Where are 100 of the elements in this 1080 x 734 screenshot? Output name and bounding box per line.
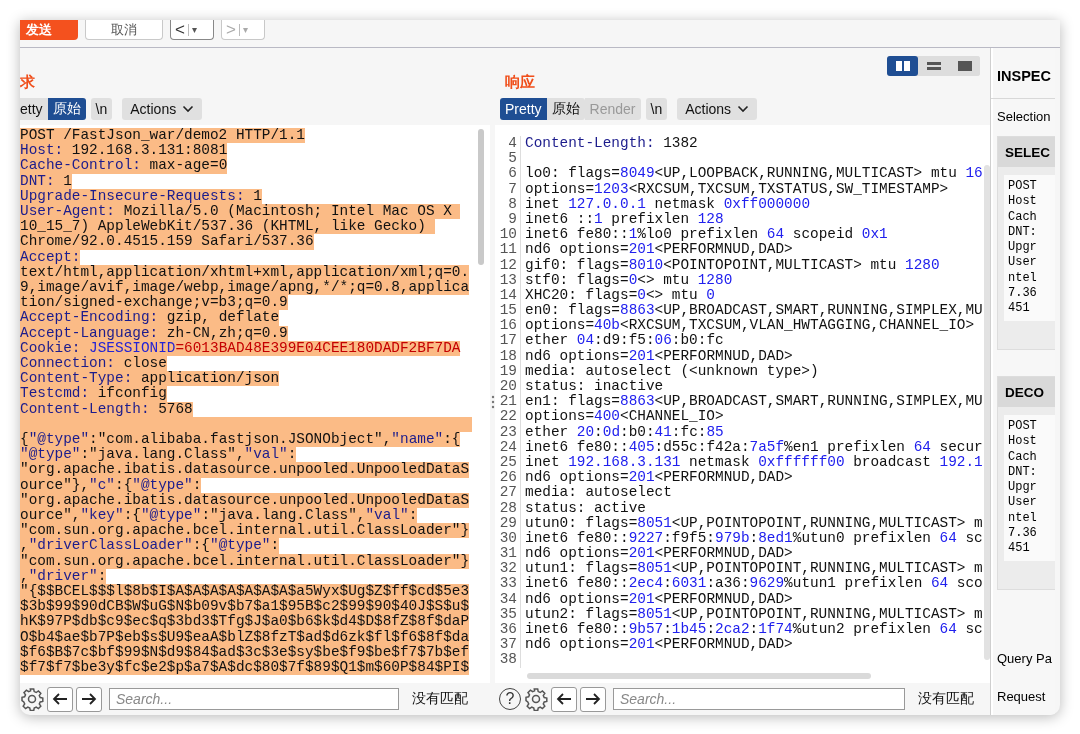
right-arrow-icon bbox=[585, 692, 601, 706]
code-line: Content-Length: 1382 bbox=[525, 136, 698, 152]
line-number: 18 bbox=[495, 348, 521, 364]
preview-line: 7.36 bbox=[1008, 286, 1038, 302]
scrollbar[interactable] bbox=[478, 129, 484, 265]
line-number: 17 bbox=[495, 333, 521, 349]
settings-icon[interactable] bbox=[20, 687, 44, 711]
line-number: 19 bbox=[495, 363, 521, 379]
line-number: 24 bbox=[495, 439, 521, 455]
line-number: 8 bbox=[495, 196, 521, 212]
drag-handle-icon[interactable] bbox=[490, 394, 495, 409]
code-line: media: autoselect bbox=[525, 485, 672, 501]
line-number: 15 bbox=[495, 303, 521, 319]
section-header[interactable]: DECO bbox=[998, 377, 1055, 407]
line-number: 37 bbox=[495, 637, 521, 653]
next-button[interactable] bbox=[76, 686, 102, 712]
code-line: XHC20: flags=0<> mtu 0 bbox=[525, 287, 715, 303]
line-number: 25 bbox=[495, 454, 521, 471]
search-field[interactable]: Search... bbox=[613, 688, 905, 710]
code-line: ether 20:0d:b0:41:fc:85 bbox=[525, 424, 724, 440]
line-number: 16 bbox=[495, 318, 521, 334]
code-line: nd6 options=201<PERFORMNUD,DAD> bbox=[525, 591, 793, 607]
inspector-item[interactable]: Query Pa bbox=[997, 639, 1055, 677]
view-tab[interactable]: \n bbox=[90, 98, 113, 120]
code-line: status: inactive bbox=[525, 379, 664, 394]
preview-line: POST bbox=[1008, 419, 1038, 435]
line-number: 12 bbox=[495, 257, 521, 273]
panel-title: 响应 bbox=[505, 73, 535, 92]
line-number: 20 bbox=[495, 379, 521, 395]
line-number: 35 bbox=[495, 606, 521, 622]
code-line: nd6 options=201<PERFORMNUD,DAD> bbox=[525, 470, 793, 486]
view-tab[interactable]: 原始 bbox=[47, 98, 86, 120]
code-line: inet6 fe80::405:d55c:f42a:7a5f%en1 prefixlen 64 secur bbox=[525, 439, 983, 455]
actions-button[interactable]: Actions bbox=[677, 98, 758, 120]
panel-title: 求 bbox=[20, 73, 35, 92]
history-button[interactable]: < ▾ bbox=[170, 20, 214, 40]
line-number: 7 bbox=[495, 181, 521, 197]
preview-line: POST bbox=[1008, 179, 1038, 195]
code-line: options=40b<RXCSUM,TXCSUM,VLAN_HWTAGGING,CHANNEL_IO> bbox=[525, 318, 975, 334]
preview-line: 7.36 bbox=[1008, 526, 1038, 542]
preview-line: Upgr bbox=[1008, 480, 1038, 496]
code-line: ether 04:d9:f5:06:b0:fc bbox=[525, 333, 724, 349]
preview-line: User bbox=[1008, 255, 1038, 271]
match-status: 没有匹配 bbox=[918, 690, 974, 708]
line-number: 10 bbox=[495, 227, 521, 243]
view-tab[interactable]: Pretty bbox=[500, 98, 547, 120]
previous-button[interactable] bbox=[47, 686, 73, 712]
chevron-down-icon bbox=[182, 105, 195, 113]
selection-label: Selection bbox=[997, 109, 1052, 124]
code-line: en0: flags=8863<UP,BROADCAST,SMART,RUNNING,SIMPLEX,MU bbox=[525, 303, 983, 319]
previous-button[interactable] bbox=[551, 686, 577, 712]
code-line: media: autoselect (<unknown type>) bbox=[525, 363, 819, 379]
code-line: utun0: flags=8051<UP,POINTOPOINT,RUNNING,MULTICAST> m bbox=[525, 515, 983, 531]
line-number: 36 bbox=[495, 622, 521, 638]
actions-button[interactable]: Actions bbox=[122, 98, 203, 120]
search-field[interactable]: Search... bbox=[109, 688, 399, 710]
code-line: en1: flags=8863<UP,BROADCAST,SMART,RUNNING,SIMPLEX,MU bbox=[525, 394, 983, 410]
line-number: 23 bbox=[495, 424, 521, 440]
settings-icon[interactable] bbox=[524, 687, 548, 711]
line-number: 4 bbox=[495, 136, 521, 152]
code-line: status: active bbox=[525, 500, 646, 516]
code-line: options=400<CHANNEL_IO> bbox=[525, 409, 724, 425]
chevron-down-icon bbox=[737, 105, 750, 113]
code-line: inet6 fe80::2ec4:6031:a36:9629%utun1 prefixlen 64 sco bbox=[525, 576, 983, 592]
code-line: inet6 fe80::1%lo0 prefixlen 64 scopeid 0x1 bbox=[525, 227, 888, 243]
scrollbar[interactable] bbox=[527, 673, 871, 679]
single-pane-icon bbox=[956, 60, 973, 72]
preview-line: DNT: bbox=[1008, 224, 1038, 241]
line-number: 30 bbox=[495, 530, 521, 547]
next-button[interactable] bbox=[580, 686, 606, 712]
section-header[interactable]: SELEC bbox=[998, 137, 1055, 167]
code-line: gif0: flags=8010<POINTOPOINT,MULTICAST> mtu 1280 bbox=[525, 257, 940, 273]
line-number: 31 bbox=[495, 546, 521, 562]
preview-line: 451 bbox=[1008, 301, 1031, 317]
line-number: 11 bbox=[495, 242, 521, 258]
line-number: 14 bbox=[495, 287, 521, 304]
cancel-button[interactable]: 取消 bbox=[85, 20, 163, 40]
view-tab[interactable]: 原始 bbox=[546, 98, 585, 120]
line-number: 28 bbox=[495, 500, 521, 516]
rows-icon bbox=[925, 60, 942, 72]
line-number: 22 bbox=[495, 409, 521, 425]
preview-line: User bbox=[1008, 495, 1038, 511]
code-line: utun2: flags=8051<UP,POINTOPOINT,RUNNING,MULTICAST> m bbox=[525, 606, 983, 622]
line-number: 34 bbox=[495, 591, 521, 607]
inspector-item[interactable]: Request bbox=[997, 677, 1055, 715]
code-line: inet6 ::1 prefixlen 128 bbox=[525, 211, 724, 227]
preview-line: 451 bbox=[1008, 541, 1031, 557]
scrollbar[interactable] bbox=[984, 165, 990, 660]
left-arrow-icon bbox=[556, 692, 572, 706]
match-status: 没有匹配 bbox=[412, 690, 468, 708]
preview-line: ntel bbox=[1008, 510, 1038, 527]
view-tab[interactable]: etty bbox=[20, 98, 48, 120]
preview-line: Upgr bbox=[1008, 240, 1038, 256]
code-line: nd6 options=201<PERFORMNUD,DAD> bbox=[525, 637, 793, 653]
line-number: 6 bbox=[495, 166, 521, 182]
left-arrow-icon bbox=[52, 692, 68, 706]
code-line: nd6 options=201<PERFORMNUD,DAD> bbox=[525, 546, 793, 562]
view-tab[interactable]: \n bbox=[645, 98, 668, 120]
code-line: options=1203<RXCSUM,TXCSUM,TXSTATUS,SW_TIMESTAMP> bbox=[525, 181, 949, 197]
layout-button[interactable] bbox=[887, 56, 918, 76]
